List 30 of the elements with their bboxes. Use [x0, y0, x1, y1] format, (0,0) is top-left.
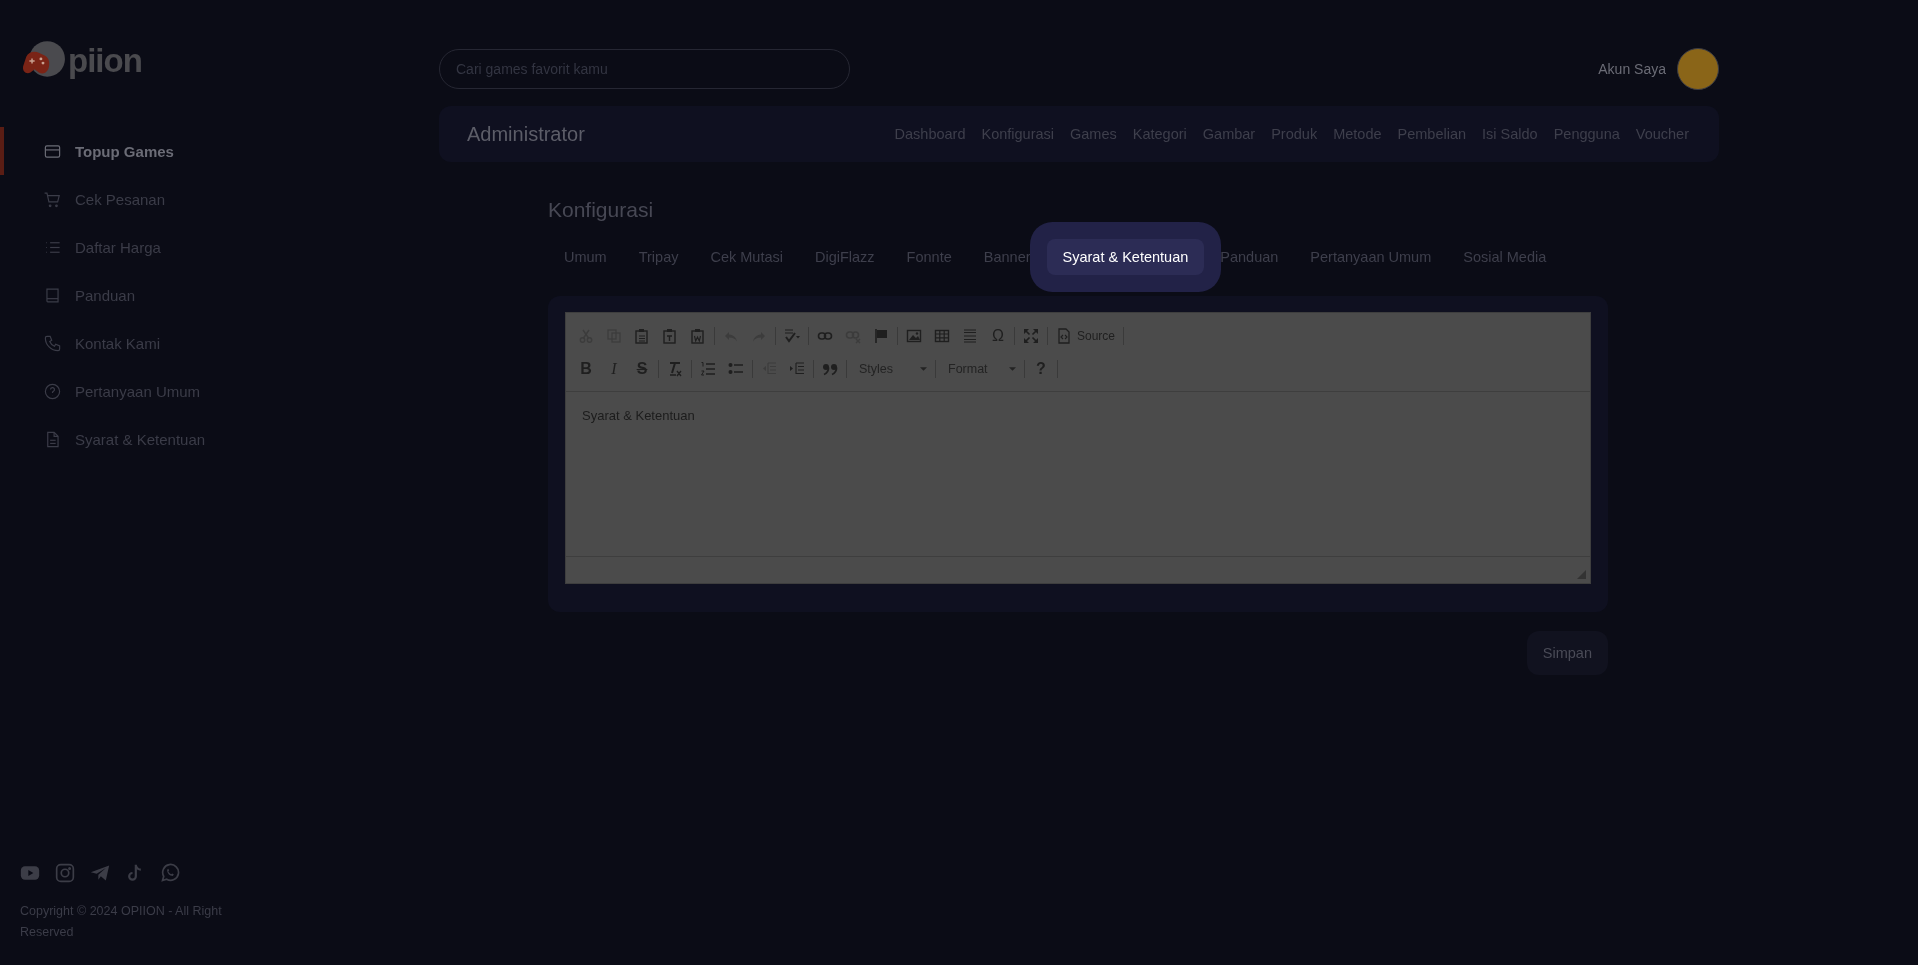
question-circle-icon [43, 381, 62, 401]
page-title: Konfigurasi [548, 198, 655, 222]
numbered-list-icon [700, 360, 716, 377]
save-button[interactable]: Simpan [1526, 631, 1608, 675]
caret-icon [1009, 366, 1016, 371]
indent-icon [789, 360, 805, 377]
phone-icon [43, 333, 62, 353]
telegram-icon[interactable] [90, 863, 110, 883]
horizontal-rule-icon [962, 327, 978, 344]
paste-word-icon [690, 327, 706, 344]
clear-format-icon [667, 360, 683, 377]
flag-icon [873, 327, 889, 344]
maximize-icon [1023, 327, 1039, 344]
image-icon [906, 327, 922, 344]
paste-icon [634, 327, 650, 344]
toolbar-button[interactable]: ? [1029, 356, 1053, 381]
caret-icon [920, 366, 927, 371]
bullet-list-icon [728, 360, 744, 377]
paste-text-icon [662, 327, 678, 344]
source-icon [1056, 327, 1072, 344]
whatsapp-icon[interactable] [160, 863, 180, 883]
avatar[interactable] [1677, 48, 1719, 90]
spellcheck-icon [784, 327, 800, 344]
resize-handle-icon[interactable] [1577, 570, 1586, 579]
logo-text: piion [68, 42, 142, 80]
instagram-icon[interactable] [55, 863, 75, 883]
admin-title: Administrator [467, 122, 585, 146]
account-label[interactable]: Akun Saya [1598, 61, 1666, 77]
youtube-icon[interactable] [20, 863, 40, 883]
table-icon [934, 327, 950, 344]
